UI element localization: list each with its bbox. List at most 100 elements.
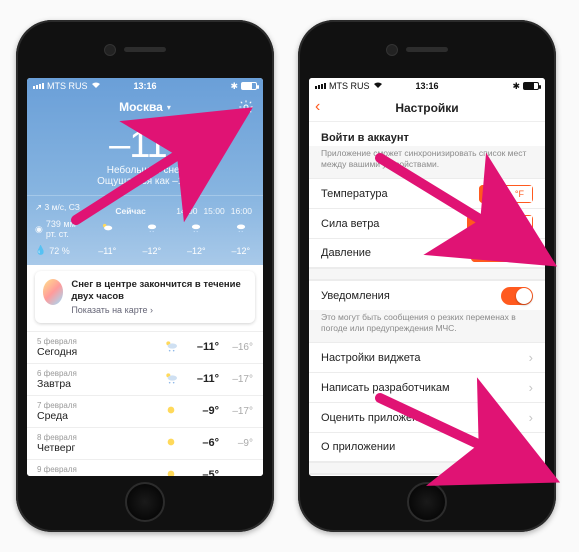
unit-label: Температура <box>321 188 479 200</box>
nowcast-icon <box>43 279 63 305</box>
unit-row: Температура°C°F <box>309 178 545 208</box>
forecast-row[interactable]: 6 февраляЗавтра–11°–17° <box>27 363 263 395</box>
home-button[interactable] <box>125 482 165 522</box>
forecast-high: –9° <box>179 405 219 417</box>
forecast-high: –5° <box>179 469 219 476</box>
settings-link-label: Настройки виджета <box>321 352 529 364</box>
forecast-icon <box>163 338 179 357</box>
chevron-right-icon: › <box>529 350 533 365</box>
forecast-row[interactable]: 9 февраляПятница –5° <box>27 459 263 476</box>
settings-link-label: Оценить приложение <box>321 412 529 424</box>
forecast-low: –17° <box>219 374 253 385</box>
hour-1: 14:00 <box>173 206 200 216</box>
forecast-low: –16° <box>219 342 253 353</box>
daily-forecast-list[interactable]: 5 февраляСегодня–11°–16°6 февраляЗавтра–… <box>27 331 263 476</box>
title-bar: Москва ▾ <box>27 94 263 120</box>
links-section: Настройки виджета›Написать разработчикам… <box>309 342 545 462</box>
unit-option[interactable]: °C <box>479 185 507 203</box>
nowcast-link[interactable]: Показать на карте › <box>71 305 247 315</box>
unit-option[interactable]: гПа <box>501 244 533 262</box>
status-time: 13:16 <box>309 81 545 91</box>
humidity-metric: 💧 72 % <box>27 245 85 256</box>
settings-link-label: Написать разработчикам <box>321 382 529 394</box>
gear-icon <box>238 99 254 115</box>
account-note: Приложение сможет синхронизировать списо… <box>309 146 545 178</box>
settings-button[interactable] <box>237 98 255 116</box>
settings-link-row[interactable]: Настройки виджета› <box>309 342 545 372</box>
screen-settings: MTS RUS 13:16 ✱ ‹ Настройки Войти в акка… <box>309 78 545 476</box>
chevron-right-icon: › <box>529 410 533 425</box>
forecast-icon <box>163 402 179 421</box>
forecast-low: –9° <box>219 438 253 449</box>
hour-temp: –11° <box>85 246 130 256</box>
unit-option[interactable]: мм <box>471 244 501 262</box>
chevron-right-icon: › <box>529 380 533 395</box>
settings-link-row[interactable]: Написать разработчикам› <box>309 372 545 402</box>
forecast-icon <box>163 434 179 453</box>
settings-link-row[interactable]: О приложении› <box>309 432 545 462</box>
back-button[interactable]: ‹ <box>315 98 320 116</box>
forecast-date: 7 февраля <box>37 401 163 410</box>
status-bar: MTS RUS 13:16 ✱ <box>27 78 263 94</box>
unit-row: Сила ветрам/скм/ч <box>309 208 545 238</box>
phone-right: MTS RUS 13:16 ✱ ‹ Настройки Войти в акка… <box>298 20 556 532</box>
forecast-day: Среда <box>37 410 163 422</box>
phone-left: MTS RUS 13:16 ✱ Москва ▾ <box>16 20 274 532</box>
city-name[interactable]: Москва <box>119 100 163 114</box>
forecast-high: –11° <box>179 373 219 385</box>
forecast-day: Четверг <box>37 442 163 454</box>
hour-icon <box>174 221 219 237</box>
hour-2: 15:00 <box>200 206 227 216</box>
nowcast-card[interactable]: Снег в центре закончится в течение двух … <box>35 271 255 323</box>
wind-metric: ↗ 3 м/с, СЗ <box>35 202 80 216</box>
unit-segmented[interactable]: м/скм/ч <box>467 215 533 233</box>
nowcast-text: Снег в центре закончится в течение двух … <box>71 279 247 303</box>
unit-option[interactable]: км/ч <box>499 215 533 233</box>
forecast-row[interactable]: 7 февраляСреда –9°–17° <box>27 395 263 427</box>
forecast-date: 6 февраля <box>37 369 163 378</box>
notifications-note: Это могут быть сообщения о резких переме… <box>309 310 545 342</box>
settings-link-label: О приложении <box>321 441 529 453</box>
hour-icon <box>130 221 175 237</box>
settings-link-row[interactable]: Оценить приложение› <box>309 402 545 432</box>
current-condition: Небольшой снег <box>27 165 263 176</box>
ads-row[interactable]: Реклама <box>309 474 545 476</box>
battery-icon <box>523 82 539 90</box>
unit-option[interactable]: м/с <box>467 215 498 233</box>
notifications-row[interactable]: Уведомления <box>309 280 545 310</box>
hour-temp: –12° <box>219 246 264 256</box>
weather-hero: MTS RUS 13:16 ✱ Москва ▾ <box>27 78 263 265</box>
unit-option[interactable]: °F <box>507 185 533 203</box>
hour-temp: –12° <box>174 246 219 256</box>
notifications-toggle[interactable] <box>501 287 533 305</box>
status-bar: MTS RUS 13:16 ✱ <box>309 78 545 94</box>
unit-segmented[interactable]: ммгПа <box>471 244 533 262</box>
chevron-down-icon[interactable]: ▾ <box>167 103 171 112</box>
chevron-right-icon: › <box>529 440 533 455</box>
nav-bar: ‹ Настройки <box>309 94 545 122</box>
forecast-date: 9 февраля <box>37 465 163 474</box>
battery-icon <box>241 82 257 90</box>
hour-now: Сейчас <box>88 206 173 216</box>
forecast-day: Пятница <box>37 474 163 476</box>
forecast-row[interactable]: 5 февраляСегодня–11°–16° <box>27 331 263 363</box>
account-row[interactable]: Войти в аккаунт <box>309 122 545 146</box>
unit-label: Сила ветра <box>321 218 467 230</box>
unit-segmented[interactable]: °C°F <box>479 185 533 203</box>
feels-like: Ощущается как –17° <box>27 176 263 187</box>
forecast-icon <box>163 370 179 389</box>
hour-icon <box>219 221 264 237</box>
unit-row: ДавлениеммгПа <box>309 238 545 268</box>
forecast-low: –17° <box>219 406 253 417</box>
home-button[interactable] <box>407 482 447 522</box>
unit-label: Давление <box>321 247 471 259</box>
forecast-row[interactable]: 8 февраляЧетверг–6°–9° <box>27 427 263 459</box>
screen-weather: MTS RUS 13:16 ✱ Москва ▾ <box>27 78 263 476</box>
notifications-label: Уведомления <box>321 290 501 302</box>
hour-3: 16:00 <box>228 206 255 216</box>
forecast-date: 5 февраля <box>37 337 163 346</box>
forecast-icon <box>163 466 179 476</box>
section-gap <box>309 268 545 280</box>
page-title: Настройки <box>395 101 458 115</box>
forecast-day: Сегодня <box>37 346 163 358</box>
